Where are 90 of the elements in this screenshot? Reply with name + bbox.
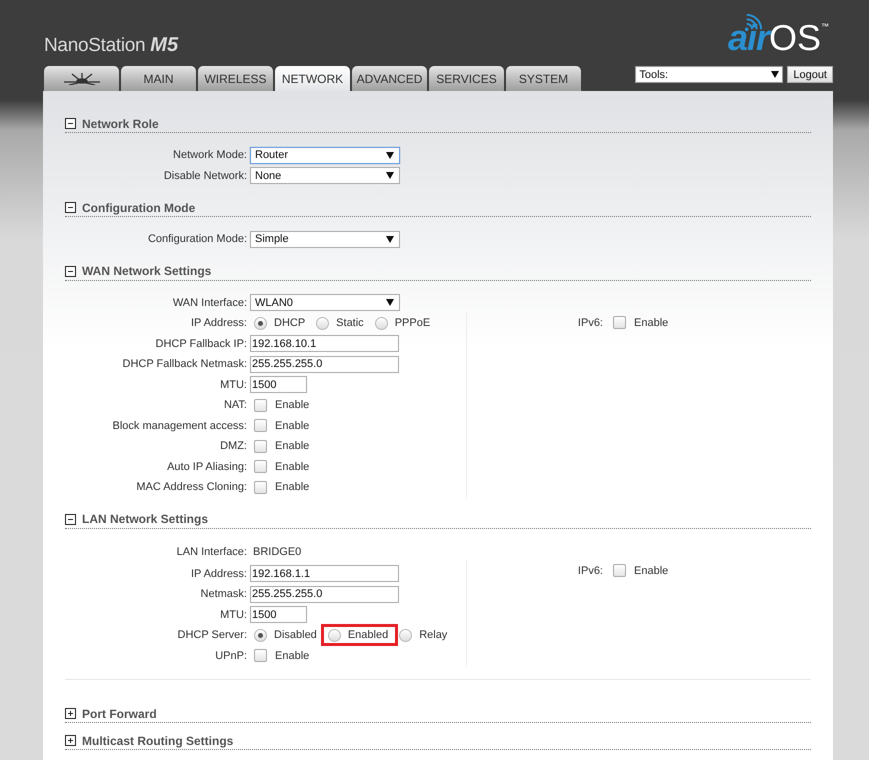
radio-label: Relay (419, 629, 448, 642)
checkbox-label: Enable (275, 460, 310, 473)
input-field[interactable]: 1500 (250, 376, 307, 394)
section-title: LAN Network Settings (82, 512, 208, 526)
field-label: UPnP: (214, 650, 247, 662)
select-field[interactable]: Router (250, 146, 400, 164)
select-field[interactable]: WLAN0 (250, 294, 400, 312)
section-title: Configuration Mode (82, 200, 196, 214)
nav-tab[interactable]: WIRELESS (198, 66, 273, 91)
checkbox-label: Enable (275, 650, 310, 662)
dropdown-arrow-icon (386, 172, 394, 180)
field-label: MTU: (219, 608, 247, 621)
field-label: IPv6: (576, 316, 603, 329)
logout-button[interactable]: Logout (787, 66, 833, 83)
product-name: NanoStation (44, 35, 146, 57)
field-label: IPv6: (576, 564, 603, 577)
checkbox-label: Enable (275, 420, 310, 432)
field-label: DHCP Fallback IP: (154, 338, 247, 350)
checkbox[interactable] (254, 398, 267, 412)
nav-tab[interactable]: MAIN (121, 66, 196, 91)
radio-label: PPPoE (394, 317, 430, 330)
field-label: DHCP Server: (176, 629, 247, 642)
radio-label: Enabled (348, 629, 388, 642)
field-label: LAN Interface: (176, 546, 247, 558)
checkbox-label: Enable (275, 440, 310, 452)
checkbox[interactable] (254, 460, 267, 474)
checkbox-label: Enable (275, 399, 310, 412)
field-label: NAT: (222, 399, 247, 412)
radio-label: Disabled (274, 629, 317, 642)
radio-button[interactable] (254, 316, 267, 330)
checkbox[interactable] (254, 419, 267, 432)
select-field[interactable]: None (250, 167, 400, 184)
field-label: Network Mode: (172, 149, 247, 162)
expand-icon[interactable] (65, 708, 76, 719)
checkbox[interactable] (254, 440, 267, 453)
field-label: WAN Interface: (172, 296, 247, 309)
collapse-icon[interactable] (65, 266, 76, 276)
dropdown-arrow-icon (771, 71, 780, 78)
field-label: IP Address: (190, 568, 247, 580)
input-field[interactable]: 255.255.255.0 (250, 356, 399, 373)
section-title: Network Role (82, 116, 159, 130)
radio-label: DHCP (274, 317, 306, 330)
field-label: DMZ: (219, 440, 247, 452)
section-title: Port Forward (82, 706, 157, 720)
input-field[interactable]: 192.168.1.1 (250, 565, 399, 582)
field-label: MAC Address Cloning: (135, 481, 247, 494)
checkbox[interactable] (613, 564, 626, 578)
section-title: WAN Network Settings (82, 264, 212, 278)
checkbox[interactable] (254, 649, 267, 662)
field-label: Netmask: (200, 588, 247, 600)
radio-label: Static (336, 317, 364, 330)
field-label: DHCP Fallback Netmask: (122, 358, 247, 370)
input-field[interactable]: 192.168.10.1 (250, 335, 399, 352)
nav-tab[interactable]: ADVANCED (352, 66, 427, 91)
input-field[interactable]: 1500 (250, 606, 307, 624)
collapse-icon[interactable] (65, 118, 76, 129)
expand-icon[interactable] (65, 735, 76, 746)
checkbox-label: Enable (634, 564, 668, 577)
checkbox-label: Enable (275, 481, 310, 494)
select-field[interactable]: Simple (250, 230, 400, 248)
field-label: IP Address: (190, 317, 247, 330)
radio-button[interactable] (254, 628, 267, 642)
collapse-icon[interactable] (65, 202, 76, 213)
radio-button[interactable] (328, 628, 341, 642)
radio-button[interactable] (374, 316, 388, 330)
field-label: Disable Network: (162, 170, 247, 182)
dropdown-arrow-icon (386, 236, 394, 243)
collapse-icon[interactable] (65, 514, 76, 524)
dropdown-arrow-icon (386, 299, 394, 306)
checkbox[interactable] (254, 480, 267, 494)
field-label: Auto IP Aliasing: (166, 460, 247, 473)
field-label: Configuration Mode: (146, 233, 247, 246)
nav-tab[interactable]: NETWORK (275, 66, 350, 91)
airos-logo: airOS™ (728, 14, 829, 56)
home-tab[interactable] (44, 66, 119, 91)
checkbox[interactable] (613, 316, 626, 330)
model-name: M5 (150, 34, 178, 57)
radio-button[interactable] (399, 628, 412, 642)
nav-tab[interactable]: SERVICES (429, 66, 504, 91)
tools-dropdown[interactable]: Tools: (635, 66, 784, 83)
dropdown-arrow-icon (386, 152, 394, 159)
checkbox-label: Enable (634, 316, 668, 329)
field-label: MTU: (219, 378, 247, 391)
nav-tab[interactable]: SYSTEM (506, 66, 581, 91)
section-title: Multicast Routing Settings (82, 734, 234, 748)
input-field[interactable]: 255.255.255.0 (250, 586, 399, 603)
field-value: BRIDGE0 (253, 546, 302, 558)
dish-icon (62, 72, 102, 84)
field-label: Block management access: (111, 420, 247, 432)
radio-button[interactable] (316, 316, 330, 330)
